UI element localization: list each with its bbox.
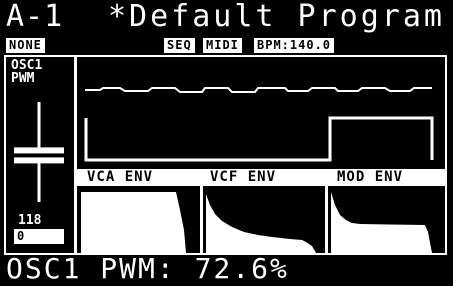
mod-envelope-graph xyxy=(331,192,432,253)
parameter-readout: OSC1 PWM: 72.6% xyxy=(6,252,289,285)
vca-envelope-graph xyxy=(81,192,186,253)
pulse-waveform xyxy=(84,116,434,162)
vcf-envelope-graph xyxy=(206,194,316,253)
lfo-waveform xyxy=(85,87,432,93)
pwm-slider[interactable] xyxy=(14,102,64,202)
graphics-layer xyxy=(14,87,434,255)
